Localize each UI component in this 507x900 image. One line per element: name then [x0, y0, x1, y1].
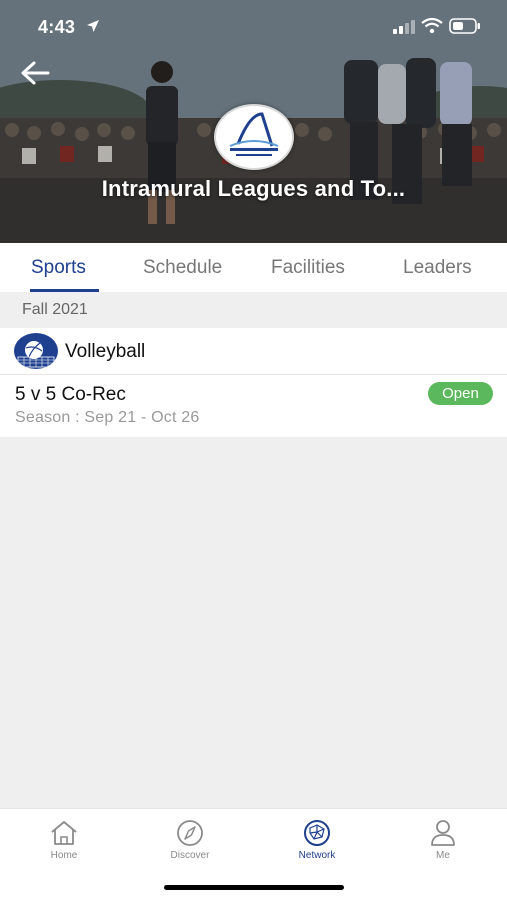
nav-me-label: Me — [436, 850, 450, 861]
nav-discover[interactable]: Discover — [145, 819, 235, 861]
unca-logo — [214, 104, 294, 170]
network-icon — [304, 820, 330, 846]
tab-leaders[interactable]: Leaders — [403, 257, 472, 279]
tab-bar: Sports Schedule Facilities Leaders — [0, 243, 507, 292]
logo-mark — [229, 112, 279, 156]
volleyball-graphic — [17, 341, 55, 368]
status-time: 4:43 — [38, 17, 76, 37]
volleyball-icon — [14, 333, 58, 369]
cellular-signal-icon — [393, 20, 415, 34]
location-arrow-icon — [87, 20, 99, 32]
league-item[interactable]: 5 v 5 Co-Rec Season : Sep 21 - Oct 26 Op… — [0, 375, 507, 437]
home-indicator — [164, 885, 344, 890]
home-icon — [51, 821, 77, 845]
back-button[interactable] — [18, 58, 52, 88]
league-name: 5 v 5 Co-Rec — [15, 384, 126, 405]
person-icon — [431, 820, 455, 846]
nav-home[interactable]: Home — [19, 819, 109, 861]
page-title: Intramural Leagues and To... — [101, 176, 406, 201]
status-badge: Open — [428, 382, 493, 405]
league-season: Season : Sep 21 - Oct 26 — [15, 409, 200, 426]
section-header: Fall 2021 — [0, 292, 507, 328]
nav-network[interactable]: Network — [272, 819, 362, 861]
nav-me[interactable]: Me — [398, 819, 488, 861]
tab-sports[interactable]: Sports — [31, 257, 86, 279]
header-hero: 4:43 Intramural Leagues and To... — [0, 0, 507, 243]
tab-facilities[interactable]: Facilities — [271, 257, 345, 279]
tab-schedule[interactable]: Schedule — [143, 257, 222, 279]
season-label: Fall 2021 — [22, 301, 88, 318]
arrow-left-icon — [21, 61, 50, 85]
nav-network-label: Network — [298, 850, 336, 861]
sport-name: Volleyball — [65, 341, 146, 362]
battery-icon — [449, 18, 480, 34]
status-bar: 4:43 — [0, 0, 507, 52]
nav-home-label: Home — [50, 850, 78, 861]
wifi-icon — [421, 18, 443, 34]
sport-header-volleyball: Volleyball — [0, 328, 507, 375]
nav-discover-label: Discover — [170, 850, 210, 861]
compass-icon — [177, 820, 203, 846]
